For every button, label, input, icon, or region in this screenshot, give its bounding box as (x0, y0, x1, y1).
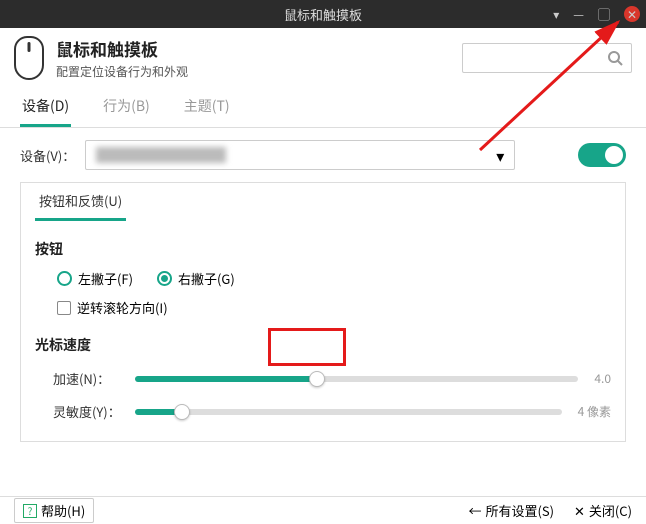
radio-icon (57, 271, 72, 286)
pin-icon[interactable]: ▾ (553, 6, 559, 23)
close-window-button[interactable]: ✕ (624, 6, 640, 22)
close-button[interactable]: ✕ 关闭(C) (574, 501, 632, 520)
checkbox-reverse-scroll[interactable]: 逆转滚轮方向(I) (57, 298, 611, 317)
accel-value: 4.0 (594, 370, 611, 387)
slider-thumb[interactable] (174, 404, 190, 420)
main-tabs: 设备(D) 行为(B) 主题(T) (0, 86, 646, 128)
radio-right-handed[interactable]: 右撇子(G) (157, 269, 235, 288)
slider-thumb[interactable] (309, 371, 325, 387)
acceleration-slider[interactable] (135, 376, 578, 382)
footer: ? 帮助(H) ← 所有设置(S) ✕ 关闭(C) (0, 496, 646, 524)
sensitivity-label: 灵敏度(Y)： (53, 402, 125, 421)
subtab-buttons-feedback[interactable]: 按钮和反馈(U) (35, 183, 126, 221)
help-button[interactable]: ? 帮助(H) (14, 498, 94, 523)
tab-behavior[interactable]: 行为(B) (101, 90, 152, 127)
minimize-icon[interactable]: — (573, 6, 584, 23)
close-icon: ✕ (574, 501, 585, 520)
checkbox-icon (57, 301, 71, 315)
chevron-down-icon: ▾ (496, 143, 504, 167)
radio-left-handed[interactable]: 左撇子(F) (57, 269, 133, 288)
maximize-icon[interactable]: ▢ (598, 6, 610, 23)
page-title: 鼠标和触摸板 (56, 36, 188, 61)
sensitivity-value: 4 像素 (578, 403, 611, 420)
all-settings-button[interactable]: ← 所有设置(S) (468, 501, 554, 520)
search-icon (607, 50, 623, 66)
tab-theme[interactable]: 主题(T) (182, 90, 232, 127)
search-input[interactable] (462, 43, 632, 73)
help-icon: ? (23, 504, 37, 518)
device-label: 设备(V)： (20, 146, 75, 165)
sensitivity-slider[interactable] (135, 409, 562, 415)
device-dropdown[interactable]: ▾ (85, 140, 515, 170)
header: 鼠标和触摸板 配置定位设备行为和外观 (0, 28, 646, 86)
back-arrow-icon: ← (468, 501, 481, 520)
device-name-redacted (96, 147, 226, 163)
radio-icon (157, 271, 172, 286)
page-subtitle: 配置定位设备行为和外观 (56, 63, 188, 80)
window-titlebar: 鼠标和触摸板 ▾ — ▢ ✕ (0, 0, 646, 28)
device-enable-toggle[interactable] (578, 143, 626, 167)
section-buttons-title: 按钮 (35, 239, 611, 259)
window-title: 鼠标和触摸板 (284, 5, 362, 24)
tab-device[interactable]: 设备(D) (20, 90, 71, 127)
section-cursor-title: 光标速度 (35, 335, 611, 355)
accel-label: 加速(N)： (53, 369, 125, 388)
mouse-icon (14, 36, 44, 80)
